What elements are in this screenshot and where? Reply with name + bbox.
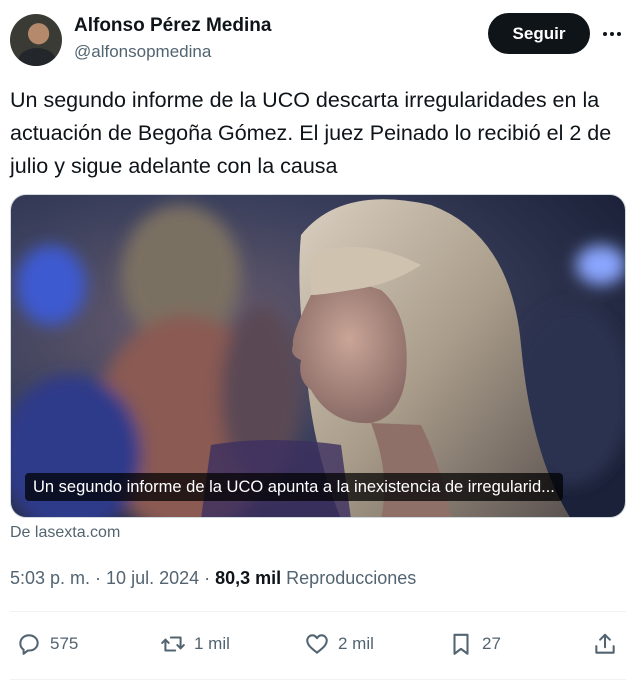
tweet-time[interactable]: 5:03 p. m. (10, 568, 90, 588)
reply-count: 575 (50, 634, 79, 653)
reply-button[interactable]: 575 (16, 626, 78, 662)
bookmark-count: 27 (482, 634, 501, 653)
divider (10, 611, 626, 612)
views-label: Reproducciones (281, 568, 417, 588)
repost-button[interactable]: 1 mil (160, 626, 230, 662)
views-count: 80,3 mil (215, 568, 282, 588)
card-caption: Un segundo informe de la UCO apunta a la… (25, 473, 563, 501)
repost-icon (161, 636, 185, 652)
author-name[interactable]: Alfonso Pérez Medina (74, 14, 271, 38)
share-button[interactable] (592, 626, 618, 662)
article-image (11, 195, 625, 517)
tweet-meta: 5:03 p. m. · 10 jul. 2024 · 80,3 mil Rep… (10, 566, 416, 590)
link-card[interactable]: Un segundo informe de la UCO apunta a la… (10, 194, 626, 518)
avatar[interactable] (10, 14, 62, 66)
like-button[interactable]: 2 mil (304, 626, 374, 662)
heart-icon (306, 634, 328, 654)
reply-icon (19, 634, 39, 655)
tweet-text: Un segundo informe de la UCO descarta ir… (10, 88, 612, 178)
card-source[interactable]: De lasexta.com (10, 522, 120, 544)
meta-separator: · (90, 568, 107, 588)
like-count: 2 mil (338, 634, 374, 653)
tweet-date[interactable]: 10 jul. 2024 (106, 568, 199, 588)
share-icon (595, 633, 615, 654)
bookmark-icon (453, 633, 469, 655)
meta-separator: · (199, 568, 216, 588)
follow-button[interactable]: Seguir (488, 13, 590, 54)
action-bar: 575 1 mil 2 mil 27 (0, 626, 636, 666)
divider (10, 679, 626, 680)
bookmark-button[interactable]: 27 (448, 626, 501, 662)
repost-count: 1 mil (194, 634, 230, 653)
author-handle[interactable]: @alfonsopmedina (74, 41, 211, 63)
more-horizontal-icon[interactable] (600, 22, 624, 46)
